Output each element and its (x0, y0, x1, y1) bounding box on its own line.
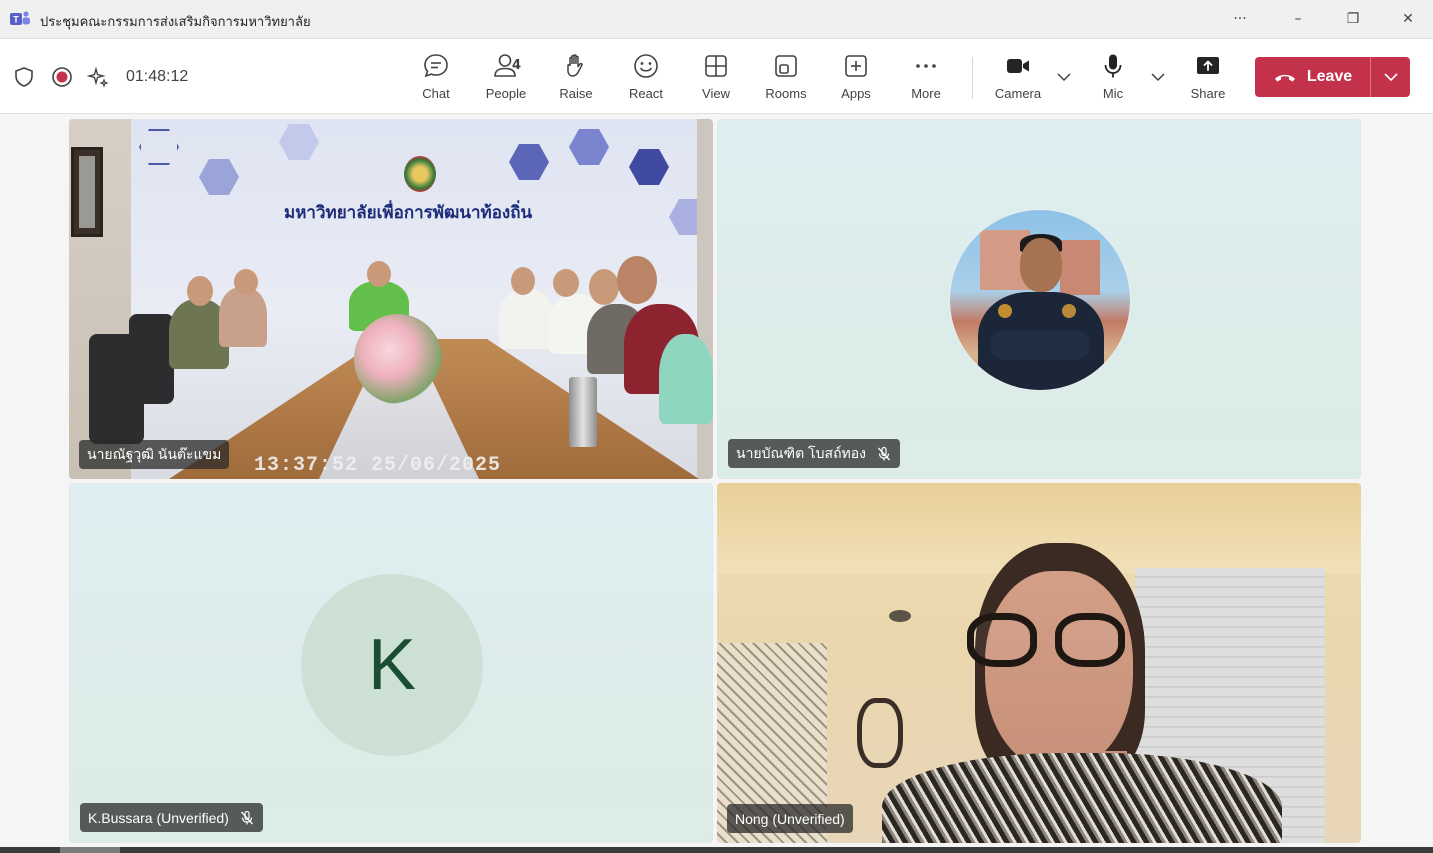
tumbler (569, 377, 597, 447)
participant-name-tag: นายบัณฑิต โบสถ์ทอง (728, 439, 901, 468)
leave-button[interactable]: Leave (1255, 57, 1370, 97)
react-label: React (629, 86, 663, 101)
grid-view-icon (705, 55, 727, 77)
more-actions-button[interactable]: More (894, 52, 958, 106)
more-dots-icon (916, 64, 936, 68)
wall-portrait (71, 147, 103, 237)
participant-face (985, 571, 1133, 771)
view-label: View (702, 86, 730, 101)
people-label: People (485, 86, 527, 101)
add-apps-icon (845, 55, 867, 77)
mic-off-icon (240, 810, 253, 824)
participant-name: นายณัฐวุฒิ นันต๊ะแขม (87, 445, 222, 462)
attendee-head (367, 261, 391, 287)
copilot-sparkle-icon[interactable] (87, 66, 109, 88)
camera-button[interactable]: Camera (986, 52, 1050, 106)
participant-avatar-photo (950, 210, 1130, 390)
breakout-rooms-icon (775, 55, 797, 77)
participant-name: K.Bussara (Unverified) (88, 809, 229, 826)
mic-off-icon (878, 446, 890, 460)
microphone-icon (1104, 54, 1122, 78)
teams-logo-icon: T (10, 11, 30, 25)
react-button[interactable]: React (614, 52, 678, 106)
participant-name-tag: นายณัฐวุฒิ นันต๊ะแขม (79, 440, 230, 469)
leave-button-group: Leave (1255, 57, 1410, 97)
apps-button[interactable]: Apps (824, 52, 888, 106)
view-button[interactable]: View (684, 52, 748, 106)
participant-initial: K (367, 625, 417, 705)
more-label: More (911, 86, 941, 101)
maximize-button[interactable]: ❐ (1337, 6, 1369, 32)
video-tile-participant-3[interactable]: K K.Bussara (Unverified) (69, 483, 713, 843)
recording-icon[interactable] (51, 66, 73, 88)
hang-up-icon (1274, 74, 1295, 82)
minimize-button[interactable]: – (1282, 6, 1314, 32)
mic-options-chevron-icon[interactable] (1149, 70, 1167, 84)
leave-options-button[interactable] (1371, 57, 1410, 97)
participant-name-tag: K.Bussara (Unverified) (80, 803, 263, 832)
chat-button[interactable]: Chat (404, 52, 468, 106)
attendee-head (553, 269, 579, 297)
attendee-head (589, 269, 619, 305)
attendee (499, 289, 554, 349)
glasses-right (1055, 613, 1125, 667)
attendee (219, 287, 267, 347)
video-tile-participant-1[interactable]: มหาวิทยาลัยเพื่อการพัฒนาท้องถิ่น 13:37:5… (69, 119, 713, 479)
camera-options-chevron-icon[interactable] (1055, 70, 1073, 84)
attendee-head (187, 276, 213, 306)
meeting-timer: 01:48:12 (126, 68, 189, 85)
video-tile-participant-4[interactable]: Nong (Unverified) (717, 483, 1361, 843)
chair (129, 314, 174, 404)
mic-button[interactable]: Mic (1081, 52, 1145, 106)
window-title: ประชุมคณะกรรมการส่งเสริมกิจการมหาวิทยาลั… (40, 15, 311, 30)
room-sign-text: มหาวิทยาลัยเพื่อการพัฒนาท้องถิ่น (284, 203, 533, 223)
participant-clothing (882, 753, 1282, 843)
participant-name-tag: Nong (Unverified) (727, 804, 853, 833)
apps-label: Apps (841, 86, 871, 101)
rooms-button[interactable]: Rooms (754, 52, 818, 106)
attendee-head (234, 269, 258, 295)
room-right-wall (697, 119, 713, 479)
attendee (659, 334, 713, 424)
share-label: Share (1190, 86, 1226, 101)
attendee-head (617, 256, 657, 304)
video-tile-participant-2[interactable]: นายบัณฑิต โบสถ์ทอง (717, 119, 1361, 479)
university-seal (404, 156, 436, 192)
participant-initial-avatar: K (301, 574, 483, 756)
leave-label: Leave (1306, 68, 1353, 85)
close-window-button[interactable]: ✕ (1392, 6, 1424, 32)
glasses-left (967, 613, 1037, 667)
share-screen-icon (1197, 57, 1219, 74)
camera-icon (1007, 59, 1029, 73)
ceiling-light (889, 610, 911, 622)
participant-name: Nong (Unverified) (735, 810, 845, 827)
attendee-head (511, 267, 535, 295)
ship-wheel-decor (857, 698, 903, 768)
people-count-badge: 4 (512, 58, 522, 73)
share-button[interactable]: Share (1176, 52, 1240, 106)
window-more-button[interactable]: ··· (1224, 6, 1256, 32)
smiley-icon (634, 54, 658, 78)
camera-timestamp: 13:37:52 25/06/2025 (254, 454, 502, 477)
camera-label: Camera (994, 86, 1042, 101)
raise-hand-icon (567, 54, 583, 77)
chat-icon (424, 54, 448, 78)
flower-arrangement (354, 314, 442, 404)
svg-text:T: T (13, 15, 19, 25)
shield-icon[interactable] (13, 66, 35, 88)
chat-label: Chat (422, 86, 450, 101)
chevron-down-icon (1383, 73, 1398, 82)
raise-label: Raise (559, 86, 593, 101)
toolbar-separator (972, 57, 973, 99)
raise-hand-button[interactable]: Raise (544, 52, 608, 106)
taskbar-edge (0, 847, 1433, 853)
title-bar: T ประชุมคณะกรรมการส่งเสริมกิจการมหาวิทยา… (0, 0, 1433, 39)
rooms-label: Rooms (765, 86, 807, 101)
people-button[interactable]: 4 People (474, 52, 538, 106)
mic-label: Mic (1102, 86, 1124, 101)
participant-name: นายบัณฑิต โบสถ์ทอง (736, 444, 867, 461)
